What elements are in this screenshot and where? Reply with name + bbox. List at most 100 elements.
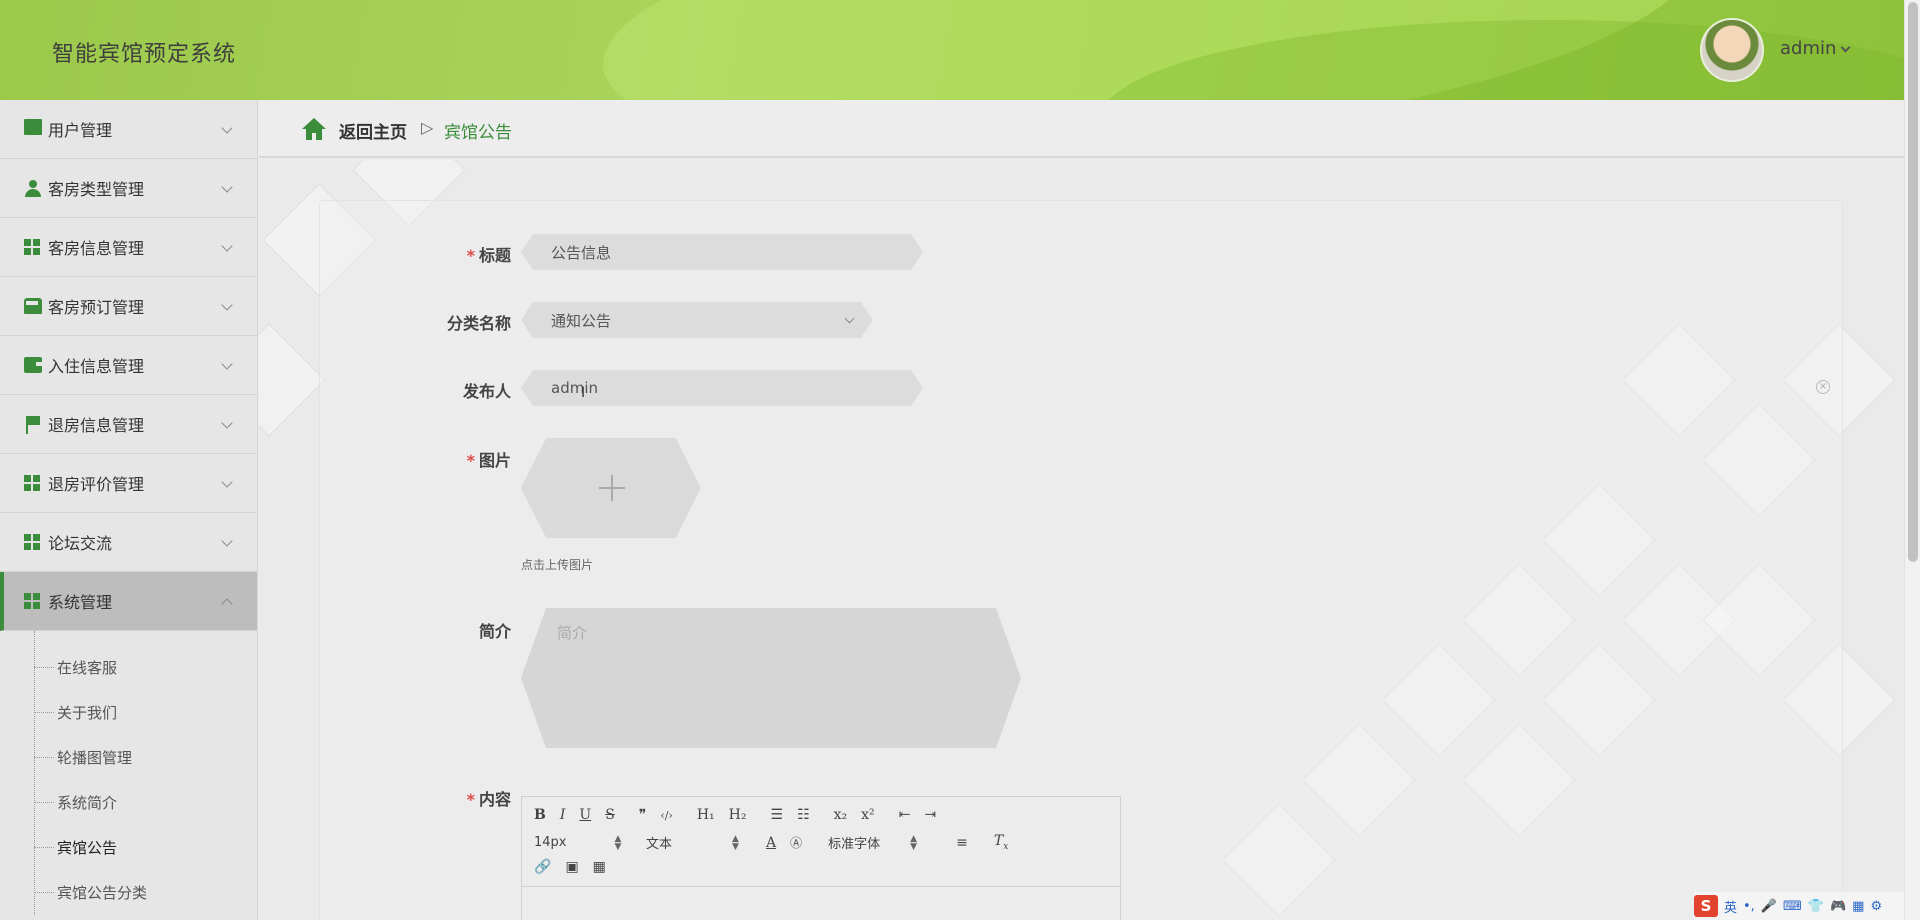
toolbox-icon[interactable]: ▦ (1852, 899, 1864, 914)
chevron-down-icon (221, 358, 233, 370)
title-label: * 标题 (466, 246, 511, 265)
sidebar-subitem-carousel[interactable]: 轮播图管理 (0, 735, 257, 780)
sidebar-item-label: 客房预订管理 (48, 298, 145, 317)
sidebar-item-booking[interactable]: 客房预订管理 (0, 277, 257, 336)
image-icon[interactable]: ▣ (565, 859, 578, 875)
ime-language[interactable]: 英 (1724, 897, 1737, 916)
sidebar-item-room-info[interactable]: 客房信息管理 (0, 218, 257, 277)
code-button[interactable]: ‹/› (660, 809, 673, 822)
rich-text-editor[interactable]: B I U S ❞ ‹/› H₁ H₂ ☰ ☷ x₂ x² ⇤ ⇥ 14px ▲ ▼… (521, 796, 1121, 920)
user-icon (24, 180, 42, 197)
grid-icon (24, 593, 42, 609)
superscript-button[interactable]: x² (861, 807, 875, 823)
sidebar-item-room-type[interactable]: 客房类型管理 (0, 159, 257, 218)
outdent-button[interactable]: ⇤ (899, 807, 911, 823)
image-label: * 图片 (466, 451, 511, 470)
clear-format-icon[interactable]: Tx (994, 833, 1008, 852)
ime-toolbar: S 英 •, 🎤 ⌨ 👕 🎮 ▦ ⚙ (1694, 892, 1904, 920)
home-icon[interactable] (301, 117, 327, 141)
sidebar-submenu-system: 在线客服 关于我们 轮播图管理 系统简介 宾馆公告 宾馆公告分类 (0, 631, 257, 915)
sidebar-subitem-hotel-notice[interactable]: 宾馆公告 (0, 825, 257, 870)
sidebar-item-forum[interactable]: 论坛交流 (0, 513, 257, 572)
sidebar-subitem-system-intro[interactable]: 系统简介 (0, 780, 257, 825)
indent-button[interactable]: ⇥ (924, 807, 936, 823)
skin-icon[interactable]: 👕 (1808, 899, 1824, 914)
chevron-down-icon (221, 299, 233, 311)
sidebar: 用户管理 客房类型管理 客房信息管理 客房预订管理 入住信息管理 退房信息管理 … (0, 100, 258, 920)
category-select[interactable]: 通知公告 (521, 302, 873, 338)
sidebar-item-checkout-review[interactable]: 退房评价管理 (0, 454, 257, 513)
h2-button[interactable]: H₂ (729, 807, 747, 823)
image-upload-button[interactable] (521, 438, 701, 538)
chevron-down-icon (221, 476, 233, 488)
sidebar-subitem-notice-category[interactable]: 宾馆公告分类 (0, 870, 257, 915)
sidebar-subitem-online-service[interactable]: 在线客服 (0, 645, 257, 690)
quote-button[interactable]: ❞ (639, 807, 647, 823)
category-label: 分类名称 (446, 314, 511, 333)
font-family-select[interactable]: 标准字体 ▲ ▼ (828, 833, 956, 852)
plus-icon (611, 475, 613, 501)
strike-button[interactable]: S (605, 807, 615, 823)
bus-icon (24, 298, 42, 314)
content-label: * 内容 (466, 790, 511, 809)
scrollbar-thumb[interactable] (1908, 2, 1918, 562)
font-size-select[interactable]: 14px ▲ ▼ (534, 834, 646, 851)
link-icon[interactable]: 🔗 (534, 859, 551, 875)
page-scrollbar[interactable] (1904, 0, 1920, 920)
ime-logo[interactable]: S (1694, 895, 1718, 917)
grid-icon (24, 239, 42, 255)
sidebar-item-label: 退房信息管理 (48, 416, 145, 435)
video-icon[interactable]: ▦ (593, 859, 606, 875)
main-content: * 标题 公告信息 分类名称 通知公告 发布人 admin I × * 图片 点击上… (259, 160, 1904, 920)
chevron-up-icon (221, 598, 233, 610)
sidebar-item-system[interactable]: 系统管理 (0, 572, 257, 631)
sidebar-item-label: 客房信息管理 (48, 239, 145, 258)
microphone-icon[interactable]: 🎤 (1761, 899, 1777, 914)
background-color-icon[interactable]: Ⓐ (790, 834, 802, 851)
toolbar-row: 🔗 ▣ ▦ (534, 859, 620, 875)
chevron-down-icon (221, 535, 233, 547)
wallet-icon (24, 357, 42, 373)
clear-icon[interactable]: × (1816, 380, 1830, 394)
sidebar-subitem-about-us[interactable]: 关于我们 (0, 690, 257, 735)
keyboard-icon[interactable]: ⌨ (1783, 899, 1802, 914)
align-icon[interactable]: ≡ (956, 835, 968, 851)
breadcrumb-separator: ▷ (421, 118, 434, 137)
breadcrumb-current: 宾馆公告 (444, 123, 512, 143)
settings-icon[interactable]: ⚙ (1870, 899, 1882, 914)
chevron-down-icon (221, 417, 233, 429)
intro-textarea[interactable]: 简介 (521, 608, 1021, 748)
title-input[interactable]: 公告信息 (521, 234, 923, 270)
background-decoration (259, 323, 326, 437)
user-menu-name[interactable]: admin (1780, 38, 1836, 59)
flag-icon (24, 416, 42, 434)
bullet-list-button[interactable]: ☷ (797, 807, 810, 823)
breadcrumb-home-link[interactable]: 返回主页 (339, 118, 407, 143)
chevron-down-icon (221, 240, 233, 252)
app-title: 智能宾馆预定系统 (52, 42, 237, 67)
sidebar-item-label: 退房评价管理 (48, 475, 145, 494)
toolbar-row: 14px ▲ ▼ 文本 ▲ ▼ A Ⓐ 标准字体 ▲ ▼ ≡ Tx (534, 833, 1022, 852)
h1-button[interactable]: H₁ (697, 807, 715, 823)
intro-label: 简介 (478, 622, 511, 641)
avatar[interactable] (1700, 18, 1764, 82)
sidebar-item-checkout[interactable]: 退房信息管理 (0, 395, 257, 454)
underline-button[interactable]: U (579, 807, 591, 823)
italic-button[interactable]: I (560, 807, 566, 823)
top-header: 智能宾馆预定系统 admin (0, 0, 1904, 100)
game-icon[interactable]: 🎮 (1830, 899, 1846, 914)
chevron-down-icon (221, 181, 233, 193)
editor-toolbar: B I U S ❞ ‹/› H₁ H₂ ☰ ☷ x₂ x² ⇤ ⇥ 14px ▲ ▼… (522, 797, 1120, 887)
punctuation-icon[interactable]: •, (1743, 899, 1755, 914)
chevron-down-icon (845, 314, 855, 324)
subscript-button[interactable]: x₂ (834, 807, 848, 823)
grid-icon (24, 475, 42, 491)
sidebar-item-user-management[interactable]: 用户管理 (0, 100, 257, 159)
font-color-icon[interactable]: A (766, 835, 776, 851)
sidebar-item-checkin[interactable]: 入住信息管理 (0, 336, 257, 395)
grid-icon (24, 534, 42, 550)
monitor-icon (24, 119, 42, 135)
bold-button[interactable]: B (534, 807, 546, 823)
ordered-list-button[interactable]: ☰ (771, 807, 784, 823)
text-type-select[interactable]: 文本 ▲ ▼ (646, 833, 766, 852)
